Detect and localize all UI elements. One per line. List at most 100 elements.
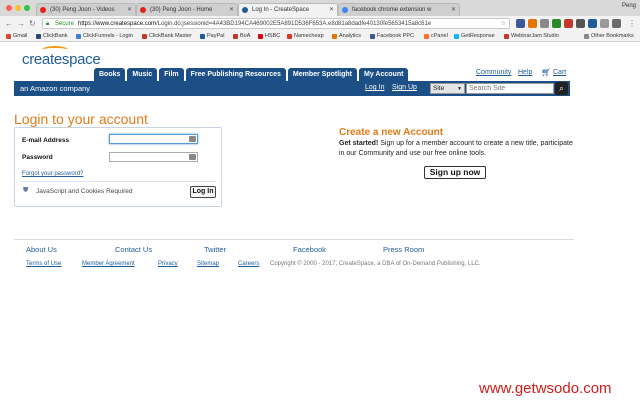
bookmark-analytics[interactable]: Analytics [332,33,361,40]
bookmark-getresponse[interactable]: GetResponse [454,33,495,40]
tab-member-spotlight[interactable]: Member Spotlight [287,68,358,81]
close-tab-icon[interactable]: ✕ [451,4,456,16]
browser-tab-createspace[interactable]: Log In - CreateSpace ✕ [238,3,338,16]
site-search-input[interactable] [466,83,554,94]
footer-sitemap[interactable]: Sitemap [197,261,219,267]
browser-tab-videos[interactable]: (30) Peng Joon - Videos ✕ [36,3,136,16]
footer-terms-of-use[interactable]: Terms of Use [26,261,61,267]
search-scope-select[interactable]: Site ▼ [430,83,465,94]
paypal-icon [200,34,205,39]
gmail-icon [6,34,11,39]
bookmark-label: PayPal [207,33,225,39]
other-bookmarks[interactable]: Other Bookmarks [584,33,634,40]
createspace-logo[interactable]: createspace [22,51,101,68]
copyright-text: Copyright © 2000 - 2017, CreateSpace, a … [270,261,481,267]
bookmark-label: Namecheap [294,33,324,39]
tab-books[interactable]: Books [94,68,126,81]
bookmark-clickbank-master[interactable]: ClickBank Master [142,33,192,40]
bookmark-label: Facebook PPC [377,33,414,39]
login-link[interactable]: Log In [365,84,384,91]
bookmark-label: Gmail [13,33,28,39]
profile-name[interactable]: Peng [622,3,636,9]
webinarjam-icon [504,34,509,39]
bookmark-hsbc[interactable]: HSBC [258,33,280,40]
extension-icon[interactable] [576,19,585,28]
help-link[interactable]: Help [518,69,532,76]
footer-contact-us[interactable]: Contact Us [115,245,152,254]
url-bar[interactable]: 🔒︎ Secure https://www.createspace.com/Log… [42,18,510,29]
extension-icon[interactable] [564,19,573,28]
google-favicon-icon [342,7,348,13]
extension-icon[interactable] [612,19,621,28]
extension-icon[interactable] [516,19,525,28]
bookmark-paypal[interactable]: PayPal [200,33,224,40]
bookmark-namecheap[interactable]: Namecheap [287,33,324,40]
password-manager-icon[interactable] [189,154,196,160]
footer-privacy[interactable]: Privacy [158,261,178,267]
tab-music[interactable]: Music [127,68,158,81]
password-manager-icon[interactable] [189,136,196,142]
bookmark-webinarjam[interactable]: WebinarJam Studio [504,33,559,40]
tab-film[interactable]: Film [159,68,184,81]
bookmark-gmail[interactable]: Gmail [6,33,27,40]
footer-careers[interactable]: Careers [238,261,259,267]
footer-facebook[interactable]: Facebook [293,245,326,254]
signup-link[interactable]: Sign Up [392,84,417,91]
close-tab-icon[interactable]: ✕ [127,4,132,16]
search-button[interactable]: ⌕ [555,82,568,95]
password-field[interactable] [109,152,198,162]
url-path: /Login.do;jsessionid=4A43BD194CA469002E5… [156,21,432,27]
browser-tab-home[interactable]: (30) Peng Joon - Home ✕ [136,3,238,16]
browser-menu-icon[interactable]: ⋮ [628,19,636,28]
footer-twitter[interactable]: Twitter [204,245,226,254]
cart-link[interactable]: Cart [553,69,566,76]
cart-icon[interactable]: 🛒︎ [541,68,551,77]
close-tab-icon[interactable]: ✕ [229,4,234,16]
extension-icon[interactable] [588,19,597,28]
extension-icon[interactable] [552,19,561,28]
close-tab-icon[interactable]: ✕ [329,4,334,16]
back-arrow-icon[interactable]: ← [5,19,13,28]
maximize-window-icon[interactable] [24,5,30,11]
extension-icon[interactable] [600,19,609,28]
bookmark-cpanel[interactable]: cPanel [424,33,448,40]
analytics-icon [332,34,337,39]
footer-press-room[interactable]: Press Room [383,245,424,254]
reload-icon[interactable]: ↻ [29,19,36,28]
main-navigation: Books Music Film Free Publishing Resourc… [94,68,409,81]
email-field[interactable] [109,134,198,144]
extension-icon[interactable] [540,19,549,28]
tab-my-account[interactable]: My Account [359,68,409,81]
bookmark-star-icon[interactable]: ☆ [501,19,506,28]
forgot-password-link[interactable]: Forgot your password? [22,171,83,177]
email-label: E-mail Address [22,137,70,144]
tab-free-publishing-resources[interactable]: Free Publishing Resources [185,68,286,81]
hsbc-icon [258,34,263,39]
amazon-company-label: an Amazon company [20,84,91,93]
tab-label: Log In - CreateSpace [252,7,310,13]
url-host: https://www.createspace.com [78,21,157,27]
bookmark-facebook-ppc[interactable]: Facebook PPC [370,33,414,40]
community-link[interactable]: Community [476,69,511,76]
signup-now-button[interactable]: Sign up now [424,166,486,179]
secure-label: Secure [55,21,75,27]
bookmark-label: HSBC [265,33,281,39]
footer-about-us[interactable]: About Us [26,245,57,254]
shield-icon: ⛊ [23,187,29,194]
bookmark-clickbank[interactable]: ClickBank [36,33,67,40]
footer-divider [14,239,574,240]
minimize-window-icon[interactable] [15,5,21,11]
bookmark-label: ClickFunnels - Login [83,33,133,39]
footer-member-agreement[interactable]: Member Agreement [82,261,135,267]
login-button[interactable]: Log In [190,186,216,198]
bookmark-clickfunnels[interactable]: ClickFunnels - Login [76,33,133,40]
window-controls[interactable] [6,5,30,11]
tab-label: facebook chrome extension w [352,7,432,13]
password-label: Password [22,154,53,161]
forward-arrow-icon[interactable]: → [17,19,25,28]
bookmark-boa[interactable]: BoA [233,33,250,40]
tab-label: (30) Peng Joon - Home [150,7,213,13]
close-window-icon[interactable] [6,5,12,11]
browser-tab-facebook-search[interactable]: facebook chrome extension w ✕ [338,3,460,16]
extension-icon[interactable] [528,19,537,28]
